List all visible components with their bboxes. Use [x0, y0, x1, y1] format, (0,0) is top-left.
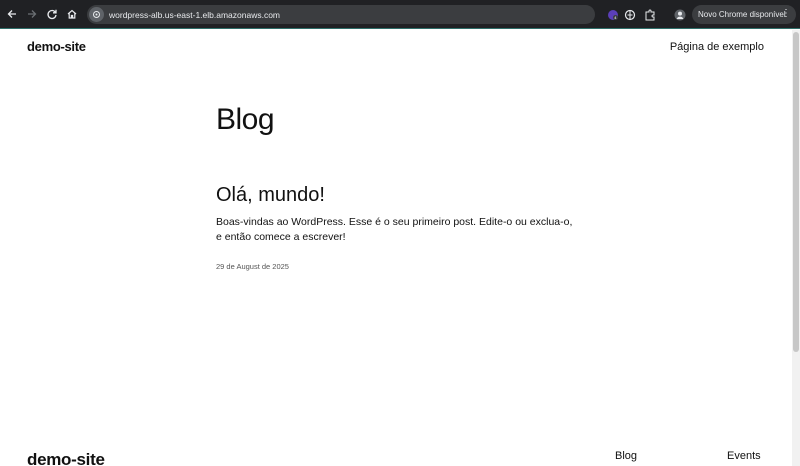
post-title[interactable]: Olá, mundo!	[216, 184, 325, 207]
back-button[interactable]	[2, 4, 22, 24]
profile-button[interactable]	[672, 7, 687, 22]
tune-icon	[93, 11, 100, 18]
home-button[interactable]	[62, 4, 82, 24]
site-title[interactable]: demo-site	[27, 39, 86, 54]
extensions-menu-button[interactable]	[642, 7, 657, 22]
puzzle-icon	[645, 9, 654, 20]
footer-link-events[interactable]: Events	[727, 450, 761, 462]
site-info-button[interactable]	[89, 7, 104, 22]
footer-site-title[interactable]: demo-site	[27, 450, 105, 466]
page-content: demo-site Página de exemplo Blog Olá, mu…	[0, 30, 792, 466]
browser-toolbar: wordpress-alb.us-east-1.elb.amazonaws.co…	[0, 0, 800, 29]
post-excerpt: Boas-vindas ao WordPress. Esse é o seu p…	[216, 216, 573, 243]
arrow-left-icon	[7, 10, 16, 18]
nav-link-sample-page[interactable]: Página de exemplo	[670, 41, 764, 53]
extension-button[interactable]	[622, 7, 637, 22]
avatar-icon	[674, 9, 685, 20]
page-title: Blog	[216, 103, 275, 136]
url-text[interactable]: wordpress-alb.us-east-1.elb.amazonaws.co…	[109, 10, 280, 20]
footer-link-blog[interactable]: Blog	[615, 450, 637, 462]
reload-button[interactable]	[42, 4, 62, 24]
globe-icon	[624, 9, 635, 20]
update-label: Novo Chrome disponível	[698, 10, 786, 19]
reload-icon	[47, 9, 57, 20]
extension-puzzle-badge[interactable]: 4	[605, 7, 620, 22]
profile-extension-icon: 4	[607, 9, 618, 20]
home-icon	[67, 9, 77, 19]
kebab-menu-icon[interactable]: ⋮	[781, 9, 791, 19]
forward-button[interactable]	[22, 4, 42, 24]
scrollbar-thumb[interactable]	[793, 32, 799, 352]
address-bar[interactable]: wordpress-alb.us-east-1.elb.amazonaws.co…	[87, 5, 595, 24]
chrome-update-button[interactable]: Novo Chrome disponível ⋮	[692, 5, 796, 24]
arrow-right-icon	[28, 10, 37, 18]
post-date: 29 de August de 2025	[216, 262, 289, 271]
